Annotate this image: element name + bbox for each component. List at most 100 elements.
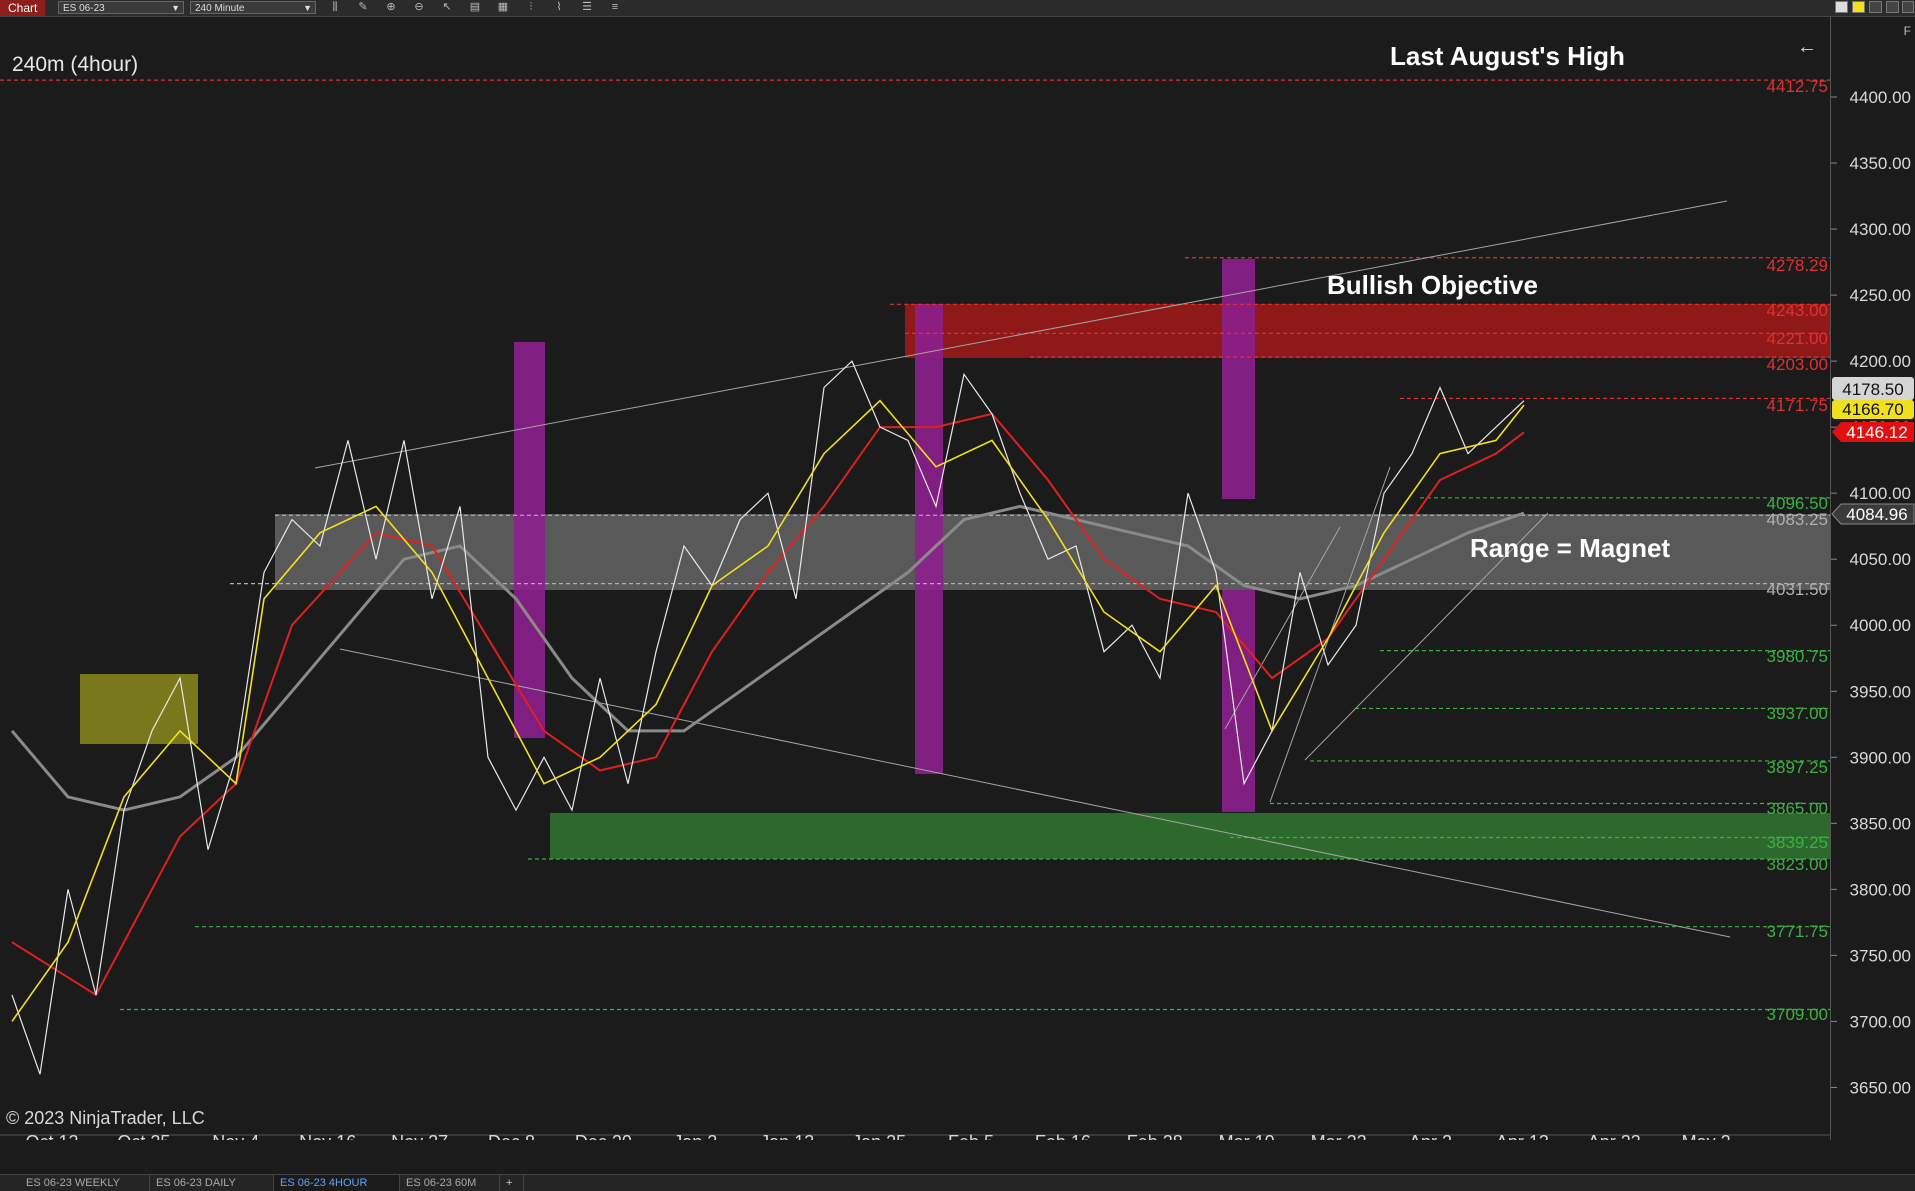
x-tick-label: Apr 2 (1409, 1132, 1452, 1140)
x-tick-label: Mar 10 (1219, 1132, 1275, 1140)
bars-icon[interactable]: ⫼ (328, 1, 342, 14)
y-tick-label: 3700.00 (1850, 1012, 1911, 1031)
chevron-down-icon: ▼ (303, 3, 312, 13)
y-tick-label: 3650.00 (1850, 1078, 1911, 1097)
x-tick-label: Feb 16 (1035, 1132, 1091, 1140)
list-icon[interactable]: ☰ (580, 1, 594, 14)
x-tick-label: Oct 25 (117, 1132, 170, 1140)
x-tick-label: Feb 28 (1127, 1132, 1183, 1140)
level-label-green: 3839.25 (1767, 833, 1828, 852)
level-label-green: 3897.25 (1767, 758, 1828, 777)
x-tick-label: Nov 27 (391, 1132, 448, 1140)
x-tick-label: Feb 5 (948, 1132, 994, 1140)
x-tick-label: Apr 23 (1588, 1132, 1641, 1140)
y-tick-label: 4100.00 (1850, 484, 1911, 503)
x-tick-label: Nov 4 (212, 1132, 259, 1140)
properties-icon[interactable]: ▤ (468, 1, 482, 14)
y-axis-ticks: 3650.00 3700.00 3750.00 3800.00 3850.00 3900.… (1831, 88, 1911, 1097)
x-tick-label: Dec 8 (488, 1132, 535, 1140)
marker-red-ma: 4146.12 (1832, 422, 1914, 442)
tab-weekly[interactable]: ES 06-23 WEEKLY (20, 1175, 150, 1191)
annotation-range-magnet: Range = Magnet (1470, 533, 1670, 563)
indicator-icon[interactable]: ⫶ (524, 1, 538, 14)
tab-60m[interactable]: ES 06-23 60M (400, 1175, 500, 1191)
marker-yellow-ma: 4166.70 (1832, 400, 1914, 419)
link-color-icon[interactable] (1852, 1, 1865, 13)
tab-4hour[interactable]: ES 06-23 4HOUR (274, 1175, 400, 1191)
level-label-red: 4278.29 (1767, 256, 1828, 275)
x-tick-label: Dec 20 (575, 1132, 632, 1140)
purple-bar (514, 342, 545, 738)
y-tick-label: 3800.00 (1850, 880, 1911, 899)
level-label-green: 3709.00 (1767, 1005, 1828, 1024)
x-tick-label: Nov 16 (299, 1132, 356, 1140)
y-tick-label: 4250.00 (1850, 286, 1911, 305)
instrument-value: ES 06-23 (63, 3, 105, 14)
cursor-icon[interactable]: ↖ (440, 1, 454, 14)
close-icon[interactable] (1902, 1, 1914, 13)
purple-bar (1222, 590, 1255, 812)
maximize-icon[interactable] (1886, 1, 1899, 13)
resistance-zone (905, 304, 1830, 358)
level-label-green: 3771.75 (1767, 922, 1828, 941)
back-arrow-icon[interactable]: ← (1797, 36, 1817, 58)
y-tick-label: 4000.00 (1850, 616, 1911, 635)
y-tick-label: 4200.00 (1850, 352, 1911, 371)
y-tick-label: 4400.00 (1850, 88, 1911, 107)
level-label-green: 3980.75 (1767, 647, 1828, 666)
marker-last-price-text: 4178.50 (1842, 380, 1903, 399)
interval-selector[interactable]: 240 Minute ▼ (190, 1, 316, 14)
level-label-gray: 4031.50 (1767, 580, 1828, 599)
axis-menu-icon[interactable]: F (1904, 24, 1911, 38)
period-label: 240m (4hour) (12, 53, 138, 76)
level-label-green: 3865.00 (1767, 799, 1828, 818)
x-tick-label: Oct 13 (25, 1132, 78, 1140)
y-tick-label: 3850.00 (1850, 814, 1911, 833)
level-label-red: 4243.00 (1767, 301, 1828, 320)
interval-value: 240 Minute (195, 3, 245, 14)
app-label[interactable]: Chart (0, 0, 46, 16)
olive-zone (80, 674, 198, 744)
y-tick-label: 4300.00 (1850, 220, 1911, 239)
chevron-down-icon: ▼ (171, 3, 180, 13)
copyright-text: © 2023 NinjaTrader, LLC (6, 1108, 205, 1128)
marker-red-ma-text: 4146.12 (1846, 423, 1907, 442)
zoom-in-icon[interactable]: ⊕ (384, 1, 398, 14)
purple-bar (915, 304, 943, 774)
price-axis[interactable]: 3650.00 3700.00 3750.00 3800.00 3850.00 3900.… (1830, 17, 1915, 1140)
marker-gray-ma-text: 4084.96 (1846, 505, 1907, 524)
y-tick-label: 4350.00 (1850, 154, 1911, 173)
level-label-green: 3937.00 (1767, 704, 1828, 723)
data-box-icon[interactable]: ▦ (496, 1, 510, 14)
add-tab-button[interactable]: + (500, 1175, 524, 1191)
purple-bar (1222, 259, 1255, 499)
y-tick-label: 3750.00 (1850, 946, 1911, 965)
minimize-icon[interactable] (1869, 1, 1882, 13)
level-label-red: 4203.00 (1767, 355, 1828, 374)
support-zone (550, 813, 1830, 859)
level-label-red: 4412.75 (1767, 77, 1828, 96)
level-label-gray: 4083.25 (1767, 510, 1828, 529)
x-tick-label: Jan 13 (760, 1132, 814, 1140)
zoom-out-icon[interactable]: ⊖ (412, 1, 426, 14)
pencil-icon[interactable]: ✎ (356, 1, 370, 14)
x-tick-label: Mar 22 (1311, 1132, 1367, 1140)
level-label-green: 3823.00 (1767, 855, 1828, 874)
level-label-red: 4221.00 (1767, 329, 1828, 348)
marker-last-price: 4178.50 (1832, 377, 1914, 400)
annotation-august-high: Last August's High (1390, 41, 1625, 71)
level-label-red: 4171.75 (1767, 396, 1828, 415)
marker-yellow-ma-text: 4166.70 (1842, 400, 1903, 419)
strategy-icon[interactable]: ⌇ (552, 1, 566, 14)
tab-daily[interactable]: ES 06-23 DAILY (150, 1175, 274, 1191)
x-tick-label: Apr 13 (1496, 1132, 1549, 1140)
instrument-selector[interactable]: ES 06-23 ▼ (58, 1, 184, 14)
y-tick-label: 3900.00 (1850, 748, 1911, 767)
chart-canvas[interactable]: 4412.75 4278.29 4243.00 4221.00 4203.00 … (0, 17, 1830, 1140)
menu-icon[interactable]: ≡ (608, 1, 622, 14)
x-tick-label: Jan 25 (852, 1132, 906, 1140)
marker-gray-ma: 4084.96 (1831, 503, 1915, 525)
chart-toolbar: Chart ES 06-23 ▼ 240 Minute ▼ ⫼ ✎ ⊕ ⊖ ↖ … (0, 0, 1915, 17)
y-tick-label: 3950.00 (1850, 682, 1911, 701)
window-color-icon[interactable] (1835, 1, 1848, 13)
